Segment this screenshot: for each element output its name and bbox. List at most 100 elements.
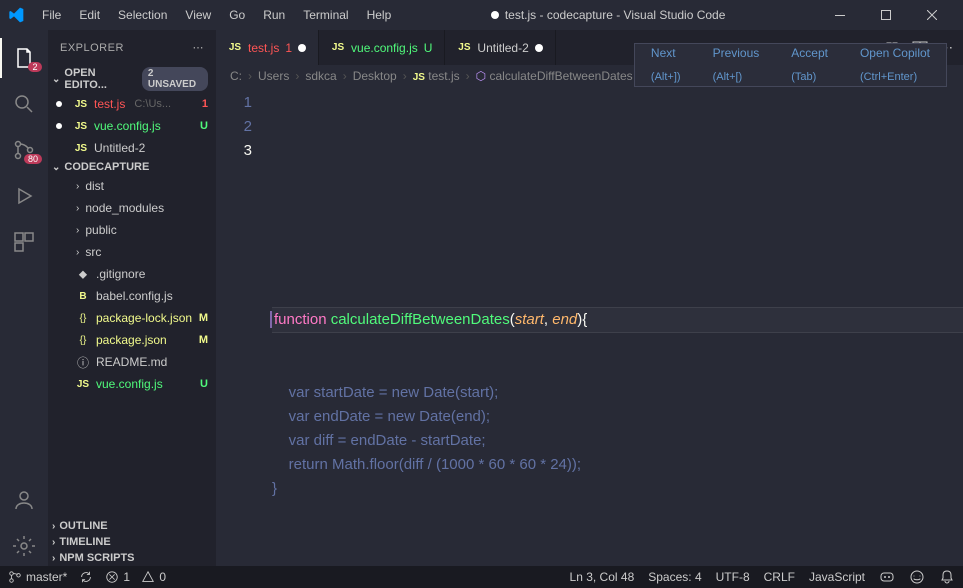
tab-vue-config.js[interactable]: JSvue.config.jsU [319,30,445,65]
activity-scm[interactable]: 80 [0,130,48,170]
folder-name: public [85,223,116,237]
tree-item[interactable]: › public [48,219,216,241]
open-editors-section[interactable]: ⌄ OPEN EDITO... 2 UNSAVED [48,65,216,93]
file-modifier: U [200,378,208,390]
panel-npm-scripts[interactable]: ›NPM SCRIPTS [48,550,216,566]
menu-selection[interactable]: Selection [110,4,175,26]
file-name: babel.config.js [96,289,173,303]
status-encoding[interactable]: UTF-8 [716,570,750,584]
minimize-button[interactable] [817,0,863,30]
breadcrumb-item[interactable]: Users [258,69,289,83]
kw-function: function [274,311,327,328]
file-modifier: M [199,312,208,324]
status-language[interactable]: JavaScript [809,570,865,584]
editor-item[interactable]: JS Untitled-2 [48,137,216,159]
dirty-dot-icon [56,123,62,129]
tab-Untitled-2[interactable]: JSUntitled-2 [445,30,555,65]
status-cursor[interactable]: Ln 3, Col 48 [570,570,635,584]
function-name: calculateDiffBetweenDates [331,311,510,328]
file-name: package-lock.json [96,311,192,325]
line-number: 3 [216,139,252,163]
editor-item[interactable]: JStest.js C:\Us...1 [48,93,216,115]
copilot-previous[interactable]: Previous(Alt+[) [697,44,776,86]
js-file-icon: JS [74,121,88,132]
status-bell-icon[interactable] [939,569,955,585]
breadcrumb-item[interactable]: JS test.js [413,69,460,83]
dirty-dot-icon [56,101,62,107]
errors-count: 1 [123,570,130,584]
tab-modifier: 1 [285,41,292,55]
tree-item[interactable]: {}package.jsonM [48,329,216,351]
panel-outline[interactable]: ›OUTLINE [48,518,216,534]
maximize-button[interactable] [863,0,909,30]
status-spaces[interactable]: Spaces: 4 [648,570,701,584]
line-gutter: 123 [216,87,272,566]
activity-explorer[interactable]: 2 [0,38,48,78]
chevron-right-icon: › [76,181,79,192]
code-editor[interactable]: 123 Next(Alt+])Previous(Alt+[)Accept(Tab… [216,87,963,566]
tree-item[interactable]: ›src [48,241,216,263]
menu-help[interactable]: Help [359,4,400,26]
menu-bar: FileEditSelectionViewGoRunTerminalHelp [34,4,399,26]
menu-terminal[interactable]: Terminal [295,4,356,26]
status-branch[interactable]: master* [8,570,67,584]
open-editors-label: OPEN EDITO... [64,67,138,91]
copilot-next[interactable]: Next(Alt+]) [635,44,697,86]
menu-run[interactable]: Run [255,4,293,26]
line-number: 1 [216,91,252,115]
code-line-active[interactable]: function calculateDiffBetweenDates(start… [272,307,963,333]
project-section[interactable]: ⌄ CODECAPTURE [48,159,216,175]
breadcrumb-item[interactable]: Desktop [353,69,397,83]
activity-settings[interactable] [0,526,48,566]
tree-item[interactable]: ›node_modules [48,197,216,219]
line-number: 2 [216,115,252,139]
breadcrumb-item[interactable]: sdkca [305,69,336,83]
tree-item[interactable]: {}package-lock.jsonM [48,307,216,329]
close-button[interactable] [909,0,955,30]
param-start: start [515,311,544,328]
js-file-icon: JS [457,42,471,53]
chevron-right-icon: › [76,225,79,236]
editor-item[interactable]: JSvue.config.jsU [48,115,216,137]
tab-test-js[interactable]: JStest.js1 [216,30,319,65]
dirty-dot-icon [535,44,543,52]
explorer-badge: 2 [28,62,42,72]
tree-item[interactable]: ⓘREADME.md [48,351,216,373]
activity-search[interactable] [0,84,48,124]
status-copilot-icon[interactable] [879,569,895,585]
activity-debug[interactable] [0,176,48,216]
copilot-accept[interactable]: Accept(Tab) [775,44,844,86]
tree-item[interactable]: ⬥.gitignore [48,263,216,285]
tree-item[interactable]: ›dist [48,175,216,197]
param-end: end [552,311,577,328]
status-problems[interactable]: 1 0 [105,570,166,584]
code-body[interactable]: Next(Alt+])Previous(Alt+[)Accept(Tab)Ope… [272,87,963,566]
tree-item[interactable]: Bbabel.config.js [48,285,216,307]
breadcrumb-item[interactable]: C: [230,69,242,83]
menu-edit[interactable]: Edit [71,4,108,26]
panel-label: TIMELINE [59,536,110,548]
copilot-open-copilot[interactable]: Open Copilot(Ctrl+Enter) [844,44,946,86]
js-file-icon: JS [74,143,88,154]
panel-timeline[interactable]: ›TIMELINE [48,534,216,550]
status-eol[interactable]: CRLF [764,570,795,584]
status-sync[interactable] [79,570,93,584]
status-feedback-icon[interactable] [909,569,925,585]
file-name: Untitled-2 [94,141,145,155]
menu-go[interactable]: Go [221,4,253,26]
breadcrumb-sep: › [466,69,470,83]
menu-file[interactable]: File [34,4,69,26]
ghost-suggestion-line: } [272,477,963,501]
tab-modifier: U [424,41,433,55]
breadcrumb-item[interactable]: ⬡ calculateDiffBetweenDates [476,69,633,83]
panel-label: NPM SCRIPTS [59,552,134,564]
tree-item[interactable]: JSvue.config.jsU [48,373,216,395]
activity-account[interactable] [0,480,48,520]
file-name: vue.config.js [94,119,161,133]
menu-view[interactable]: View [177,4,219,26]
chevron-down-icon: ⌄ [52,74,60,85]
js-file-icon: JS [74,99,88,110]
activity-extensions[interactable] [0,222,48,262]
chevron-down-icon: ⌄ [52,162,60,173]
sidebar-more-icon[interactable]: ⋯ [193,41,205,54]
